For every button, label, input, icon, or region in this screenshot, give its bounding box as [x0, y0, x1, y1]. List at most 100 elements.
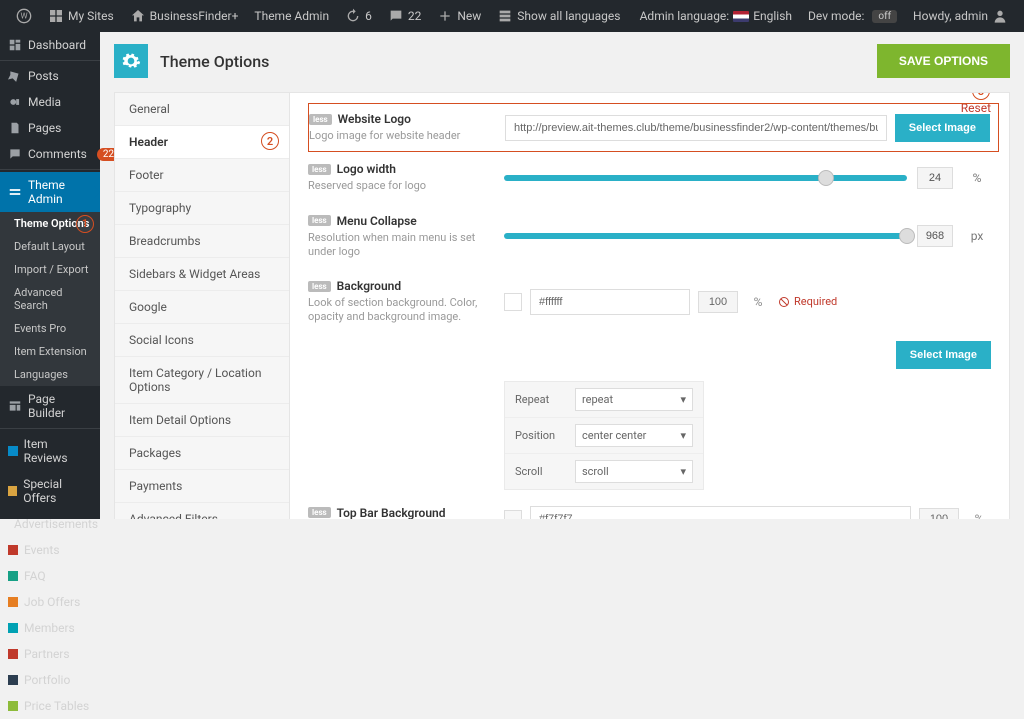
sidebar-item-portfolio[interactable]: Portfolio	[0, 667, 100, 693]
option-label: Menu Collapse	[337, 214, 417, 228]
option-tab[interactable]: Item Detail Options	[115, 404, 289, 437]
new-content[interactable]: New	[429, 0, 489, 32]
theme-admin-link-label: Theme Admin	[254, 9, 329, 23]
sidebar-item-job-offers[interactable]: Job Offers	[0, 589, 100, 615]
option-help: Resolution when main menu is set under l…	[308, 231, 488, 260]
howdy[interactable]: Howdy, admin	[905, 0, 1016, 32]
option-label: Website Logo	[338, 112, 411, 126]
sidebar-sub-item-extension[interactable]: Item Extension	[0, 340, 100, 363]
dev-mode[interactable]: Dev mode: off	[800, 0, 905, 32]
svg-text:W: W	[20, 12, 27, 21]
sidebar-item-theme-admin[interactable]: Theme Admin	[0, 172, 100, 212]
bg-repeat-select[interactable]: repeat▾	[575, 388, 693, 411]
sidebar-sub-default-layout[interactable]: Default Layout	[0, 235, 100, 258]
wp-logo[interactable]: W	[8, 0, 40, 32]
bg-scroll-label: Scroll	[515, 465, 575, 478]
logo-width-value[interactable]	[917, 167, 953, 189]
topbar-bg-input[interactable]	[530, 506, 911, 519]
option-tab[interactable]: Payments	[115, 470, 289, 503]
square-icon	[8, 649, 18, 659]
option-tab[interactable]: Footer	[115, 159, 289, 192]
option-tab[interactable]: Sidebars & Widget Areas	[115, 258, 289, 291]
topbar-bg-opacity[interactable]	[919, 508, 959, 519]
option-label: Logo width	[337, 162, 396, 176]
option-tab[interactable]: Social Icons	[115, 324, 289, 357]
color-swatch[interactable]	[504, 293, 522, 311]
sidebar-item-posts[interactable]: Posts	[0, 63, 100, 89]
sidebar-item-special-offers[interactable]: Special Offers	[0, 471, 100, 511]
sidebar-item-media[interactable]: Media	[0, 89, 100, 115]
sidebar-item-comments[interactable]: Comments 22	[0, 141, 100, 167]
sidebar-sub-events-pro[interactable]: Events Pro	[0, 317, 100, 340]
sidebar-item-dashboard[interactable]: Dashboard	[0, 32, 100, 58]
sidebar-item-label: Posts	[28, 69, 59, 83]
logo-url-input[interactable]	[505, 115, 887, 141]
sidebar-item-label: Job Offers	[24, 595, 80, 609]
admin-lang-value: English	[753, 9, 792, 23]
option-bg-image-select: Select Image	[308, 335, 991, 375]
color-swatch[interactable]	[504, 510, 522, 519]
option-background: lessBackground Look of section backgroun…	[308, 269, 991, 335]
option-tab[interactable]: Header2	[115, 126, 289, 159]
sidebar-item-faq[interactable]: FAQ	[0, 563, 100, 589]
admin-language[interactable]: Admin language: English	[632, 0, 800, 32]
sidebar-sub-label: Languages	[14, 368, 68, 381]
bg-position-label: Position	[515, 429, 575, 442]
select-image-button[interactable]: Select Image	[896, 341, 991, 369]
show-all-languages[interactable]: Show all languages	[489, 0, 628, 32]
sidebar-item-label: Pages	[28, 121, 61, 135]
sidebar-item-item-reviews[interactable]: Item Reviews	[0, 431, 100, 471]
theme-admin-link[interactable]: Theme Admin	[246, 0, 337, 32]
sidebar-item-members[interactable]: Members	[0, 615, 100, 641]
gear-icon	[121, 51, 141, 71]
admin-sidebar: Dashboard Posts Media Pages Comments 22 …	[0, 32, 100, 519]
required-label: Required	[778, 295, 837, 308]
page-wrap: Theme Options SAVE OPTIONS GeneralHeader…	[100, 32, 1024, 519]
chevron-down-icon: ▾	[680, 465, 686, 478]
bg-subselect-panel: Repeat repeat▾ Position center center▾ S…	[504, 381, 704, 490]
sidebar-sub-theme-options[interactable]: Theme Options 1	[0, 212, 100, 235]
page-header: Theme Options SAVE OPTIONS	[114, 44, 1010, 78]
sidebar-item-pages[interactable]: Pages	[0, 115, 100, 141]
option-label: Background	[337, 279, 401, 293]
less-tag: less	[308, 164, 331, 175]
option-tab[interactable]: Advanced Filters	[115, 503, 289, 519]
show-all-languages-label: Show all languages	[517, 9, 620, 23]
menu-collapse-value[interactable]	[917, 225, 953, 247]
option-tab[interactable]: Google	[115, 291, 289, 324]
bg-color-input[interactable]	[530, 289, 690, 315]
option-tab[interactable]: Typography	[115, 192, 289, 225]
select-image-button[interactable]: Select Image	[895, 114, 990, 142]
sidebar-item-label: Events	[24, 543, 60, 557]
save-button[interactable]: SAVE OPTIONS	[877, 44, 1010, 78]
logo-width-slider[interactable]	[504, 175, 907, 181]
slider-thumb[interactable]	[899, 228, 915, 244]
site-name[interactable]: BusinessFinder+	[122, 0, 247, 32]
my-sites[interactable]: My Sites	[40, 0, 122, 32]
bg-position-select[interactable]: center center▾	[575, 424, 693, 447]
bg-opacity-input[interactable]	[698, 291, 738, 313]
unit-label: %	[967, 512, 991, 519]
sidebar-item-partners[interactable]: Partners	[0, 641, 100, 667]
sidebar-item-advertisements[interactable]: Advertisements	[0, 511, 100, 537]
dev-mode-label: Dev mode:	[808, 9, 864, 23]
menu-collapse-slider[interactable]	[504, 233, 907, 239]
bg-scroll-select[interactable]: scroll▾	[575, 460, 693, 483]
options-tabs: GeneralHeader2FooterTypographyBreadcrumb…	[115, 93, 290, 519]
adminbar: W My Sites BusinessFinder+ Theme Admin 6…	[0, 0, 1024, 32]
comments-count[interactable]: 22	[380, 0, 430, 32]
sidebar-sub-import-export[interactable]: Import / Export	[0, 258, 100, 281]
chevron-down-icon: ▾	[680, 429, 686, 442]
option-tab[interactable]: Item Category / Location Options	[115, 357, 289, 404]
slider-thumb[interactable]	[818, 170, 834, 186]
updates-count[interactable]: 6	[337, 0, 380, 32]
sidebar-sub-advanced-search[interactable]: Advanced Search	[0, 281, 100, 317]
sidebar-sub-languages[interactable]: Languages	[0, 363, 100, 386]
sidebar-item-events[interactable]: Events	[0, 537, 100, 563]
option-tab[interactable]: Breadcrumbs	[115, 225, 289, 258]
option-tab[interactable]: General	[115, 93, 289, 126]
sidebar-item-page-builder[interactable]: Page Builder	[0, 386, 100, 426]
option-tab[interactable]: Packages	[115, 437, 289, 470]
sidebar-item-price-tables[interactable]: Price Tables	[0, 693, 100, 719]
sidebar-item-label: Media	[28, 95, 61, 109]
